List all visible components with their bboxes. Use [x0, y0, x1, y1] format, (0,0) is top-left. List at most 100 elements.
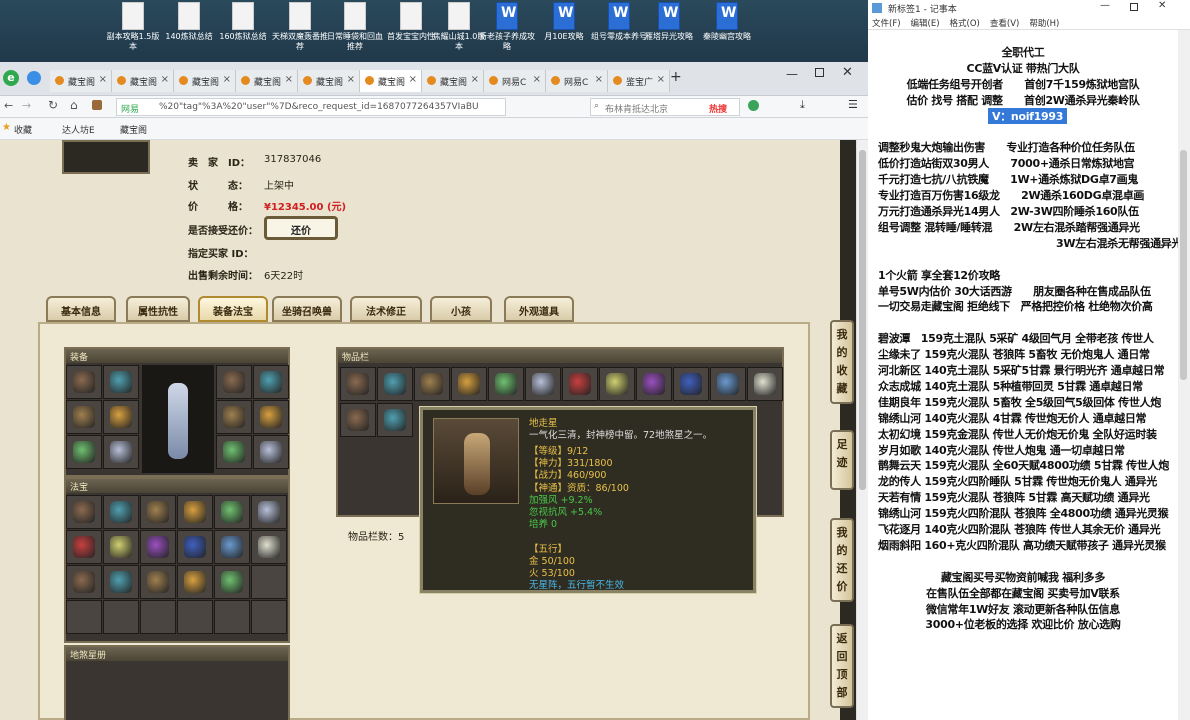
equipment-slot[interactable] [66, 365, 102, 399]
tab-3[interactable]: 坐骑召唤兽 [272, 296, 342, 322]
equipment-slot[interactable] [103, 400, 139, 434]
desktop-icon[interactable]: 160炼狱总结 [214, 2, 272, 42]
notepad-scrollbar-thumb[interactable] [1180, 150, 1187, 380]
bag-slot[interactable] [377, 403, 413, 437]
equipment-item-icon[interactable] [260, 371, 282, 393]
bookmark-item-cbg[interactable]: 藏宝阁 [120, 123, 147, 136]
side-button-2[interactable]: 我的还价 [830, 518, 854, 602]
bag-icon[interactable] [92, 100, 102, 110]
desktop-icon[interactable]: 天梯双魔轰番推荐 [271, 2, 329, 52]
equipment-slot[interactable] [253, 435, 289, 469]
notepad-menu-item[interactable]: 查看(V) [990, 19, 1019, 29]
side-button-1[interactable]: 足迹 [830, 430, 854, 490]
equipment-slot[interactable] [216, 400, 252, 434]
equipment-slot[interactable] [216, 365, 252, 399]
equipment-slot[interactable] [66, 435, 102, 469]
tab-close-icon[interactable]: × [99, 74, 107, 85]
treasure-slot[interactable] [251, 600, 287, 634]
tab-6[interactable]: 外观道具 [504, 296, 574, 322]
tab-5[interactable]: 小孩 [430, 296, 492, 322]
treasure-item-icon[interactable] [147, 571, 169, 593]
tab-close-icon[interactable]: × [595, 74, 603, 85]
download-icon[interactable]: ⤓ [800, 98, 805, 112]
bag-slot[interactable] [710, 367, 746, 401]
treasure-item-icon[interactable] [184, 501, 206, 523]
notepad-menu-item[interactable]: 文件(F) [872, 19, 901, 29]
treasure-item-icon[interactable] [184, 536, 206, 558]
desktop-icon[interactable]: 新老孩子养成攻略 [478, 2, 536, 52]
treasure-item-icon[interactable] [73, 571, 95, 593]
treasure-item-icon[interactable] [110, 501, 132, 523]
treasure-slot[interactable] [103, 530, 139, 564]
equipment-slot[interactable] [66, 400, 102, 434]
notepad-minimize-button[interactable]: — [1100, 0, 1110, 11]
treasure-item-icon[interactable] [110, 571, 132, 593]
treasure-slot[interactable] [177, 495, 213, 529]
desktop-icon[interactable]: 月10E攻略 [535, 2, 593, 42]
treasure-slot[interactable] [251, 495, 287, 529]
treasure-item-icon[interactable] [258, 501, 280, 523]
bag-slot[interactable] [673, 367, 709, 401]
bag-item-icon[interactable] [643, 373, 665, 395]
equipment-item-icon[interactable] [260, 406, 282, 428]
bag-item-icon[interactable] [384, 373, 406, 395]
search-box[interactable]: ⌕ 布林肯抵达北京 热搜 [590, 98, 740, 116]
bag-slot[interactable] [525, 367, 561, 401]
search-icon[interactable]: ⌕ [594, 101, 599, 111]
treasure-item-icon[interactable] [147, 501, 169, 523]
tab-1[interactable]: 属性抗性 [126, 296, 190, 322]
tab-close-icon[interactable]: × [223, 74, 231, 85]
treasure-slot[interactable] [214, 565, 250, 599]
treasure-slot[interactable] [66, 565, 102, 599]
desktop-icon[interactable]: 雁塔异光攻略 [640, 2, 698, 42]
desktop-icon[interactable]: 副本攻略1.5版本 [104, 2, 162, 52]
bag-slot[interactable] [488, 367, 524, 401]
equipment-slot[interactable] [103, 365, 139, 399]
bag-slot[interactable] [414, 367, 450, 401]
treasure-slot[interactable] [140, 495, 176, 529]
desktop-icon[interactable]: 140炼狱总结 [160, 2, 218, 42]
tab-2[interactable]: 装备法宝 [198, 296, 268, 322]
equipment-item-icon[interactable] [110, 406, 132, 428]
menu-icon[interactable]: ☰ [848, 98, 858, 111]
browser-tab[interactable]: 藏宝阁 × [422, 70, 484, 92]
address-bar[interactable]: 网易 %20"tag"%3A%20"user"%7D&reco_request_… [116, 98, 506, 116]
refresh-icon[interactable]: ↻ [48, 98, 58, 112]
tab-close-icon[interactable]: × [533, 74, 541, 85]
page-scrollbar[interactable] [856, 140, 868, 720]
bag-slot[interactable] [340, 403, 376, 437]
bag-slot[interactable] [562, 367, 598, 401]
bookmark-item-favorites[interactable]: 收藏 [14, 123, 32, 136]
new-tab-button[interactable]: + [670, 69, 682, 85]
browser-tab[interactable]: 藏宝阁 × [112, 70, 174, 92]
bag-item-icon[interactable] [421, 373, 443, 395]
notepad-maximize-button[interactable] [1130, 3, 1138, 11]
bag-item-icon[interactable] [754, 373, 776, 395]
treasure-slot[interactable] [140, 600, 176, 634]
desktop-icon[interactable]: 日常睡袋和回血推荐 [326, 2, 384, 52]
browser-tab[interactable]: 网易C × [546, 70, 608, 92]
notepad-menu-item[interactable]: 格式(O) [950, 19, 980, 29]
browser-tab[interactable]: 藏宝阁 × [236, 70, 298, 92]
tab-close-icon[interactable]: × [347, 74, 355, 85]
treasure-slot[interactable] [140, 530, 176, 564]
forward-icon[interactable]: → [22, 99, 31, 112]
window-minimize-button[interactable]: — [786, 67, 798, 81]
bag-item-icon[interactable] [532, 373, 554, 395]
treasure-item-icon[interactable] [73, 501, 95, 523]
browser-tab[interactable]: 网易C × [484, 70, 546, 92]
treasure-slot[interactable] [66, 495, 102, 529]
equipment-item-icon[interactable] [73, 406, 95, 428]
bag-item-icon[interactable] [680, 373, 702, 395]
extension-icon[interactable] [748, 100, 759, 111]
window-close-button[interactable]: ✕ [842, 65, 853, 80]
browser-tab[interactable]: 藏宝阁 × [174, 70, 236, 92]
bag-item-icon[interactable] [347, 373, 369, 395]
notepad-text-area[interactable]: 全职代工 CC蓝V认证 带热门大队 低端任务组号开创者 首创7千159炼狱地宫队 估价… [868, 30, 1182, 720]
treasure-slot[interactable] [214, 495, 250, 529]
equipment-item-icon[interactable] [223, 406, 245, 428]
bookmark-item-daren[interactable]: 达人坊E [62, 123, 95, 136]
treasure-slot[interactable] [177, 565, 213, 599]
tab-close-icon[interactable]: × [285, 74, 293, 85]
tab-close-icon[interactable]: × [471, 74, 479, 85]
